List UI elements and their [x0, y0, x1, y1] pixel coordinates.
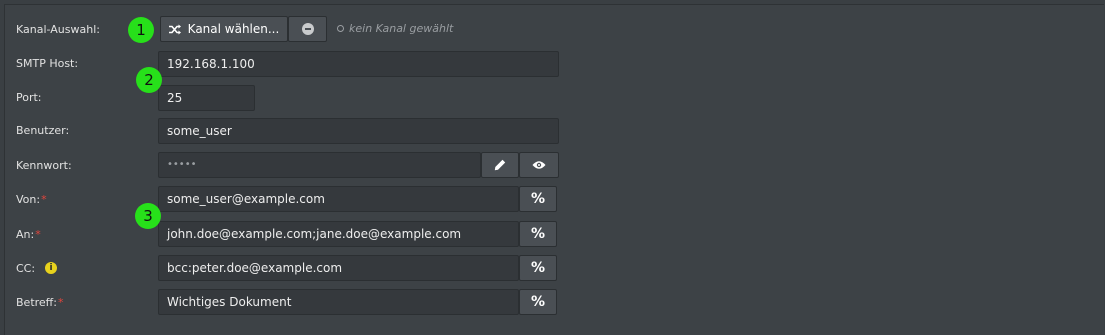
- cc-placeholder-button[interactable]: %: [519, 255, 557, 281]
- required-marker: *: [57, 296, 64, 309]
- smtp-host-label: SMTP Host:: [16, 57, 79, 70]
- password-input[interactable]: •••••: [158, 152, 481, 178]
- minus-circle-icon: [301, 23, 314, 35]
- clear-channel-button[interactable]: [288, 16, 327, 42]
- port-input[interactable]: 25: [158, 85, 255, 111]
- user-input[interactable]: some_user: [158, 118, 559, 144]
- subject-input[interactable]: Wichtiges Dokument: [158, 289, 519, 315]
- subject-label: Betreff:*: [16, 296, 63, 310]
- subject-label-text: Betreff:: [16, 296, 57, 309]
- shuffle-icon: [168, 24, 181, 35]
- to-label: An:*: [16, 228, 41, 242]
- pencil-icon: [494, 159, 506, 171]
- percent-icon: %: [530, 260, 546, 276]
- annotation-marker-2: 2: [136, 67, 162, 93]
- subject-placeholder-button[interactable]: %: [519, 289, 557, 315]
- user-label: Benutzer:: [16, 124, 70, 137]
- annotation-marker-1: 1: [128, 17, 154, 43]
- show-password-button[interactable]: [519, 152, 559, 178]
- choose-channel-label: Kanal wählen...: [187, 22, 280, 36]
- required-marker: *: [35, 228, 41, 241]
- percent-icon: %: [530, 191, 546, 207]
- annotation-marker-3: 3: [135, 203, 161, 229]
- cc-label: CC:: [16, 262, 36, 275]
- to-input[interactable]: john.doe@example.com;jane.doe@example.co…: [158, 221, 519, 247]
- choose-channel-button[interactable]: Kanal wählen...: [160, 16, 288, 42]
- port-label: Port:: [16, 91, 42, 104]
- to-placeholder-button[interactable]: %: [519, 221, 557, 247]
- required-marker: *: [41, 193, 47, 206]
- from-placeholder-button[interactable]: %: [519, 186, 557, 212]
- percent-icon: %: [530, 294, 546, 310]
- channel-status: kein Kanal gewählt: [337, 22, 453, 35]
- eye-icon: [532, 160, 546, 170]
- from-label-text: Von:: [16, 193, 41, 206]
- channel-label: Kanal-Auswahl:: [16, 23, 100, 36]
- info-icon[interactable]: i: [45, 262, 57, 274]
- to-label-text: An:: [16, 228, 35, 241]
- cc-input[interactable]: bcc:peter.doe@example.com: [158, 255, 519, 281]
- circle-outline-icon: [337, 25, 344, 32]
- edit-password-button[interactable]: [481, 152, 519, 178]
- from-input[interactable]: some_user@example.com: [158, 186, 519, 212]
- password-label: Kennwort:: [16, 159, 72, 172]
- percent-icon: %: [530, 226, 546, 242]
- smtp-host-input[interactable]: 192.168.1.100: [158, 51, 559, 77]
- from-label: Von:*: [16, 193, 47, 207]
- channel-status-text: kein Kanal gewählt: [349, 22, 454, 35]
